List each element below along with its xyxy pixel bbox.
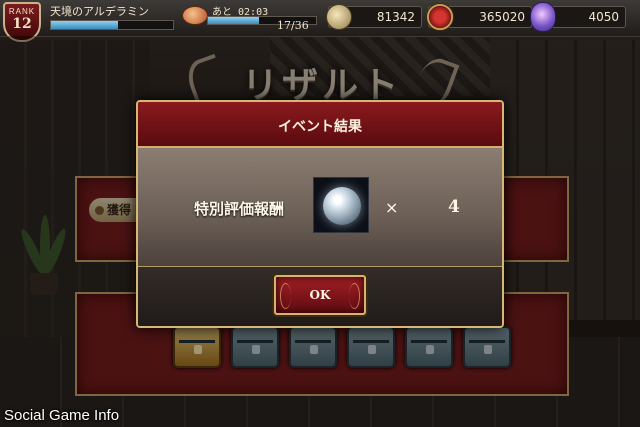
multiply-sign: × [385,198,399,217]
gem-value: 4050 [588,10,619,24]
medal-value: 365020 [479,10,525,24]
coin-icon [326,4,352,30]
rank-value: 12 [12,16,32,32]
rank-label: RANK [8,7,36,16]
dialog-body: 特別評価報酬 × 4 [138,148,502,267]
stamina-bar-fill [208,17,259,24]
reward-item-frame [313,177,369,233]
ok-button-label: OK [309,288,331,302]
top-status-bar: RANK 12 天境のアルデラミン あと 02:03 17/36 81342 3… [0,0,640,42]
reward-quantity: 4 [448,197,460,217]
player-name: 天境のアルデラミン [50,5,149,18]
reward-name: 特別評価報酬 [194,200,285,218]
dialog-footer: OK [138,267,502,326]
coin-value: 81342 [376,10,415,24]
stamina-count: 17/36 [277,19,309,32]
gem-icon [530,2,556,32]
watermark-text: Social Game Info [4,407,120,424]
silver-orb-icon [323,187,361,225]
ok-button-right-ornament [349,283,360,309]
medal-icon [426,3,454,31]
ok-button[interactable]: OK [274,275,366,315]
experience-bar [50,20,174,30]
event-result-dialog: イベント結果 特別評価報酬 × 4 OK [136,100,504,328]
stamina-icon [182,6,208,25]
dialog-title: イベント結果 [278,119,362,135]
dialog-header: イベント結果 [138,102,502,148]
ok-button-left-ornament [280,283,291,309]
experience-bar-fill [51,21,119,29]
